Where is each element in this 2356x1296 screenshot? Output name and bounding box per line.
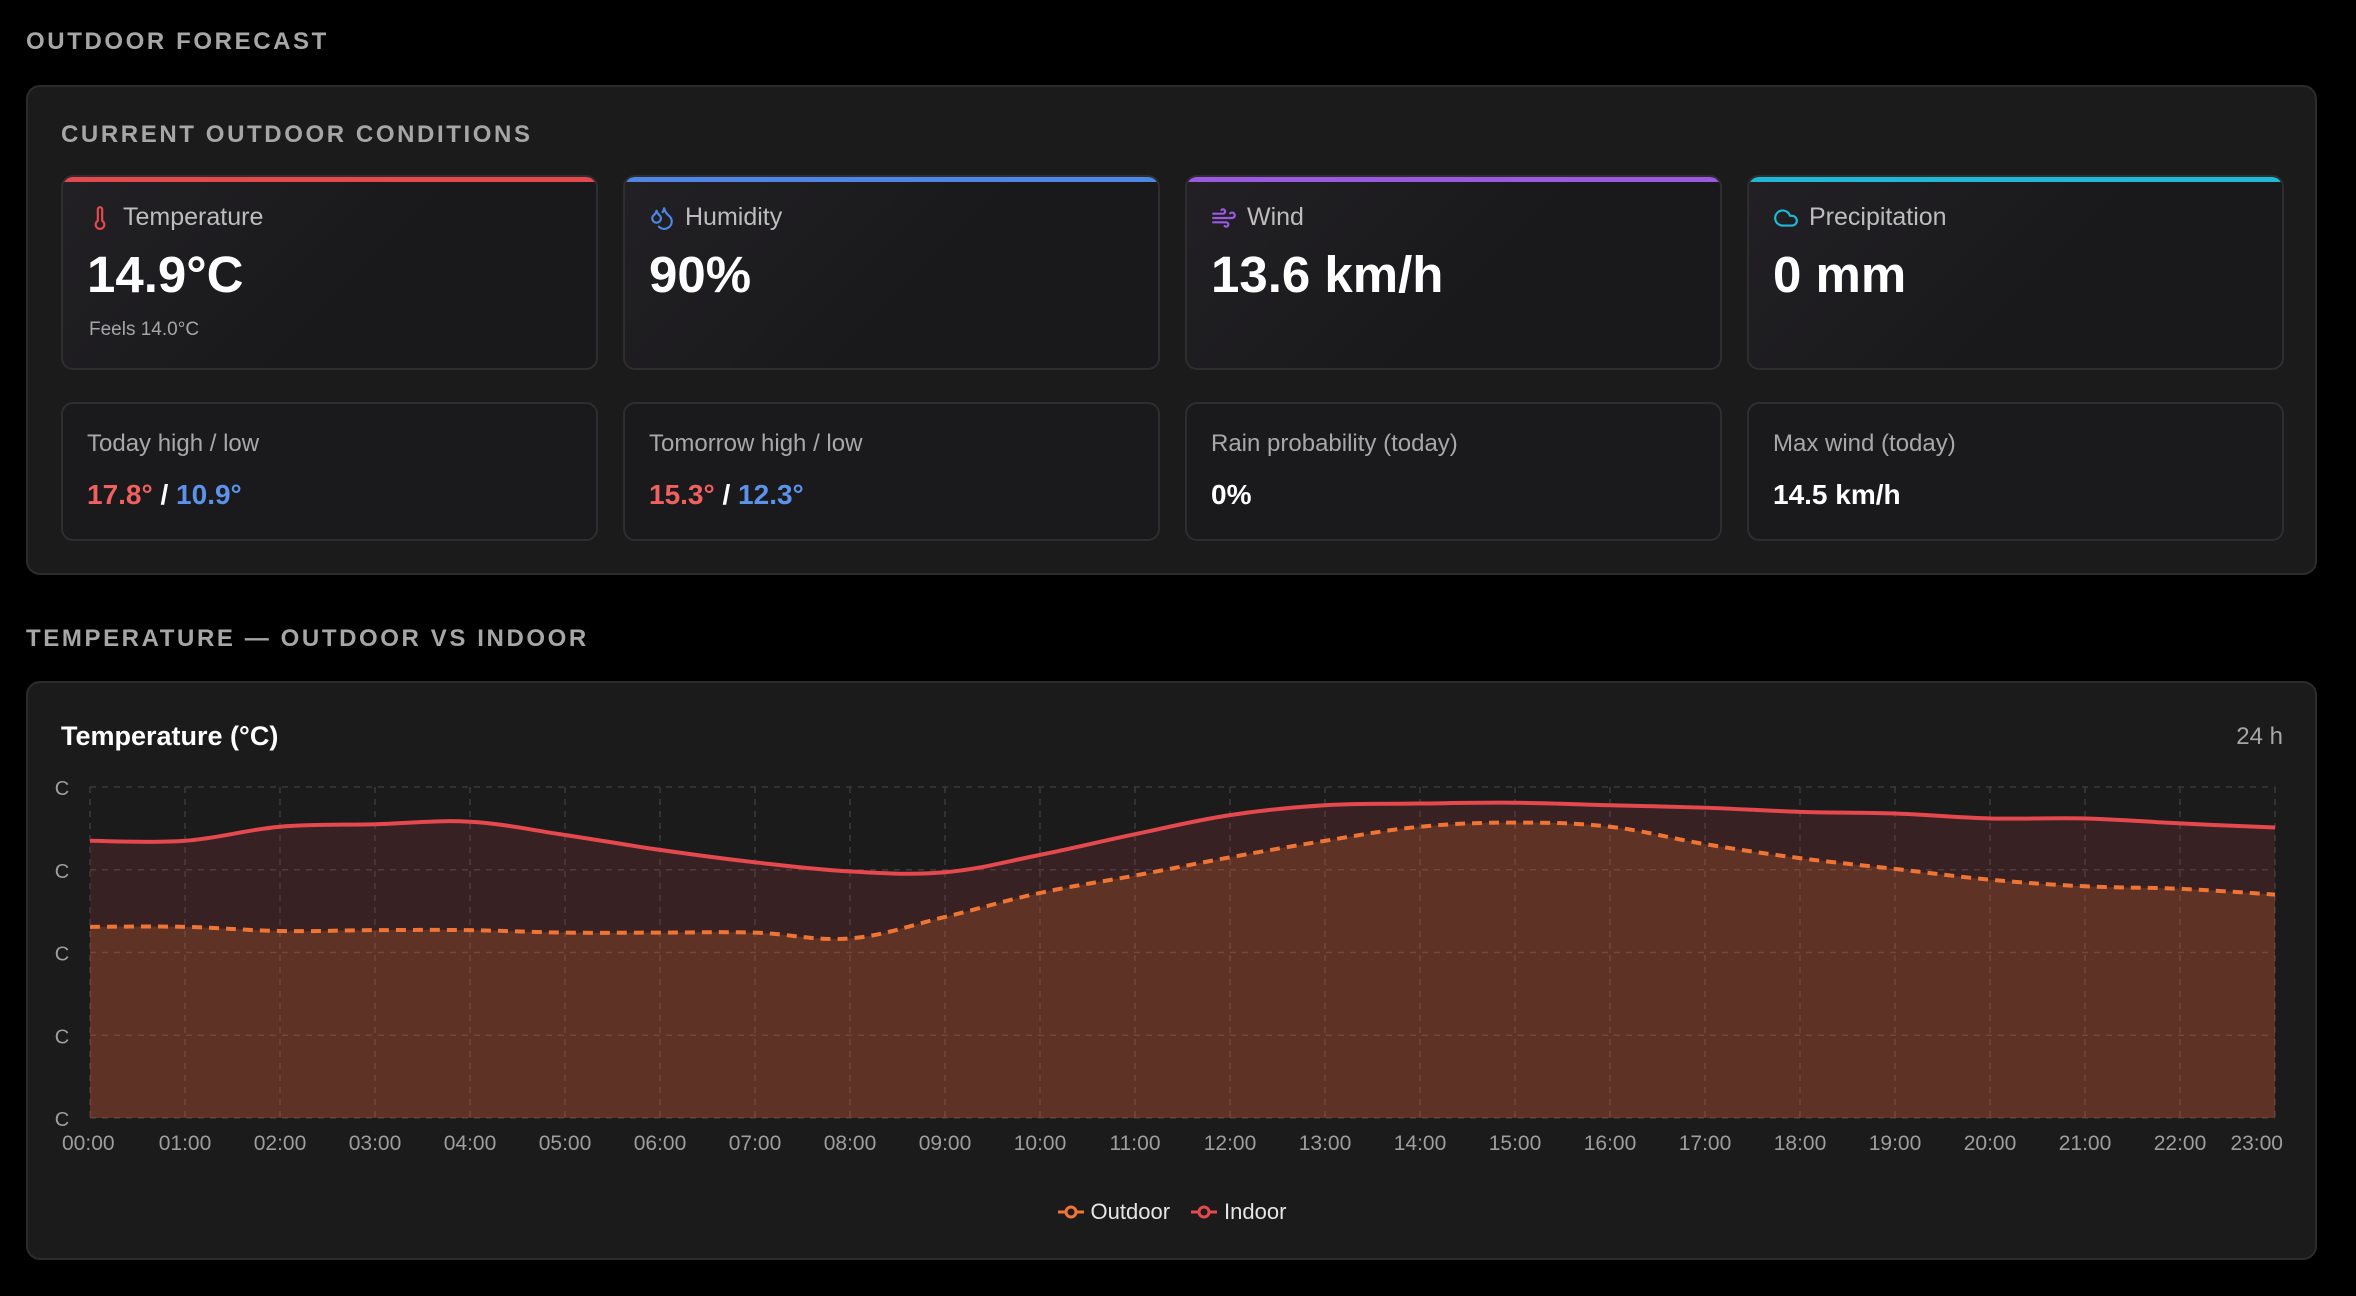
rain-probability-value: 0% [1211, 479, 1252, 510]
wind-icon [1212, 207, 1236, 228]
x-tick-label: 12:00 [1204, 1132, 1257, 1155]
x-tick-label: 17:00 [1679, 1132, 1732, 1155]
x-tick-label: 09:00 [919, 1132, 972, 1155]
separator: / [714, 479, 739, 510]
chart-panel: C C C C C 00:00 01:00 02:00 03:00 04:00 05:00 06:00… [26, 681, 2317, 1260]
humidity-value: 90% [649, 246, 752, 303]
max-wind-card: Max wind (today) 14.5 km/h [1747, 402, 2284, 541]
today-high-low-card: Today high / low 17.8° / 10.9° [61, 402, 598, 541]
x-tick-label: 19:00 [1869, 1132, 1922, 1155]
tomorrow-low: 12.3° [738, 479, 804, 510]
stat-label: Today high / low [87, 430, 260, 457]
card-label: Temperature [123, 203, 264, 231]
today-low: 10.9° [176, 479, 242, 510]
section-title-temperature: TEMPERATURE — OUTDOOR VS INDOOR [26, 625, 589, 652]
x-tick-label: 11:00 [1110, 1132, 1161, 1155]
rain-probability-card: Rain probability (today) 0% [1185, 402, 1722, 541]
legend-item-indoor[interactable]: Indoor [1190, 1199, 1286, 1225]
y-tick-label: C [55, 944, 69, 966]
x-tick-label: 04:00 [444, 1132, 497, 1155]
stat-label: Max wind (today) [1773, 430, 1956, 457]
wind-value: 13.6 km/h [1211, 246, 1444, 303]
card-accent-bar [1187, 177, 1720, 182]
x-tick-label: 16:00 [1584, 1132, 1637, 1155]
stat-value: 15.3° / 12.3° [649, 479, 804, 511]
x-tick-label: 00:00 [62, 1132, 115, 1155]
legend-indoor-marker-icon [1191, 1205, 1218, 1219]
chart-range-label: 24 h [2236, 723, 2283, 750]
x-tick-label: 21:00 [2059, 1132, 2112, 1155]
cloud-icon [1774, 208, 1798, 227]
legend-label: Indoor [1224, 1199, 1287, 1224]
card-accent-bar [1749, 177, 2282, 182]
y-tick-label: C [55, 1109, 69, 1131]
x-tick-label: 05:00 [539, 1132, 592, 1155]
y-tick-label: C [55, 778, 69, 800]
chart-legend: Outdoor Indoor [28, 1199, 2315, 1225]
humidity-card: Humidity 90% [623, 175, 1160, 370]
card-label: Precipitation [1809, 203, 1947, 231]
y-tick-label: C [55, 1026, 69, 1048]
x-tick-label: 03:00 [349, 1132, 402, 1155]
separator: / [152, 479, 177, 510]
card-accent-bar [625, 177, 1158, 182]
conditions-title: CURRENT OUTDOOR CONDITIONS [61, 121, 533, 148]
card-label: Humidity [685, 203, 783, 231]
card-label: Wind [1247, 203, 1304, 231]
x-tick-label: 10:00 [1014, 1132, 1067, 1155]
temperature-chart: CCCCC00:00 01:00 02:00 03:00 04:00 05:00 06:00… [55, 778, 2283, 1155]
chart-title: Temperature (°C) [61, 721, 279, 751]
precipitation-card: Precipitation 0 mm [1747, 175, 2284, 370]
x-tick-label: 02:00 [254, 1132, 307, 1155]
x-tick-label: 18:00 [1774, 1132, 1827, 1155]
y-tick-label: C [55, 861, 69, 883]
legend-item-outdoor[interactable]: Outdoor [1057, 1199, 1171, 1225]
x-tick-label: 23:00 [2230, 1132, 2283, 1155]
thermometer-icon [94, 205, 106, 230]
stat-label: Rain probability (today) [1211, 430, 1458, 457]
stat-value: 17.8° / 10.9° [87, 479, 242, 511]
temperature-card: Temperature 14.9°C Feels 14.0°C [61, 175, 598, 370]
max-wind-value: 14.5 km/h [1773, 479, 1901, 510]
precipitation-value: 0 mm [1773, 246, 1907, 303]
temperature-value: 14.9°C [87, 246, 244, 303]
card-accent-bar [63, 177, 596, 182]
x-tick-label: 06:00 [634, 1132, 687, 1155]
tomorrow-high-low-card: Tomorrow high / low 15.3° / 12.3° [623, 402, 1160, 541]
droplets-icon [651, 206, 673, 230]
stat-label: Tomorrow high / low [649, 430, 863, 457]
conditions-panel: CURRENT OUTDOOR CONDITIONS Temperature 1… [26, 85, 2317, 575]
x-tick-label: 20:00 [1964, 1132, 2017, 1155]
x-tick-label: 13:00 [1299, 1132, 1352, 1155]
x-tick-label: 14:00 [1394, 1132, 1447, 1155]
x-tick-label: 07:00 [729, 1132, 782, 1155]
wind-card: Wind 13.6 km/h [1185, 175, 1722, 370]
x-tick-label: 01:00 [159, 1132, 212, 1155]
today-high: 17.8° [87, 479, 153, 510]
x-tick-label: 15:00 [1489, 1132, 1542, 1155]
legend-outdoor-marker-icon [1057, 1205, 1084, 1219]
feels-like-text: Feels 14.0°C [89, 319, 200, 340]
x-tick-label: 08:00 [824, 1132, 877, 1155]
tomorrow-high: 15.3° [649, 479, 715, 510]
section-title-outdoor-forecast: OUTDOOR FORECAST [26, 28, 329, 55]
x-tick-label: 22:00 [2154, 1132, 2207, 1155]
legend-label: Outdoor [1090, 1199, 1171, 1224]
